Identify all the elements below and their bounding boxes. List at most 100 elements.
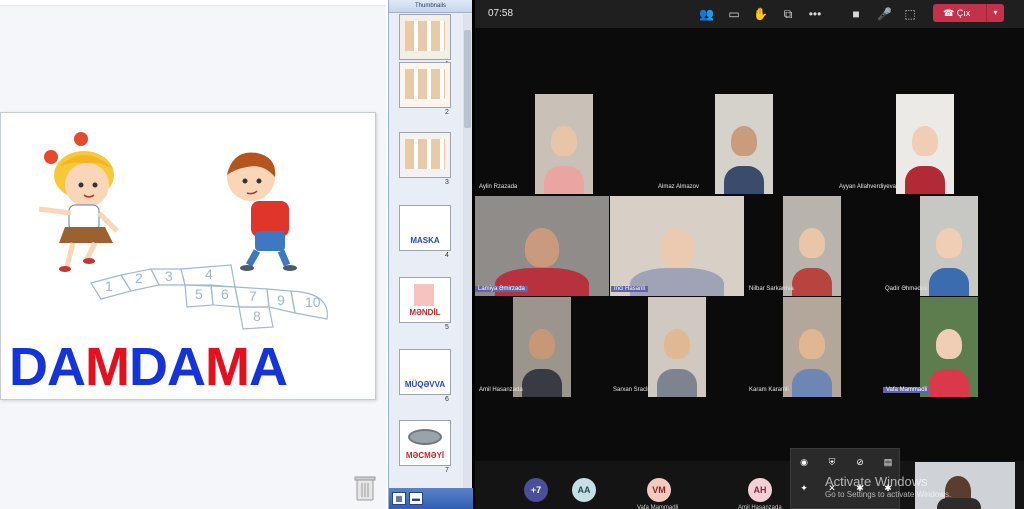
more-participants-badge[interactable]: +7 [524,478,548,502]
shield-icon[interactable]: ⛨ [827,457,837,467]
thumbnail-number: 2 [445,109,449,116]
slide-thumbnail[interactable] [399,132,451,178]
slide-thumbnail[interactable]: MƏNDİL [399,277,451,323]
leave-label: Çıx [956,8,971,18]
folder-icon[interactable]: ▬ [409,492,423,505]
participant-name: Nilbar Sarkarova [749,286,794,292]
thumbnails-scrollbar[interactable] [463,14,472,488]
camera-icon[interactable]: ■ [849,7,863,21]
people-icon[interactable]: 👥 [699,7,714,21]
participant-body [791,268,833,296]
participant-avatar[interactable]: VM [647,478,671,502]
hopscotch-number: 1 [105,278,113,294]
participant-face [528,329,556,359]
thumbnail-label: MÜQƏVVA [404,380,446,389]
current-slide[interactable]: 1 2 3 4 5 6 7 8 9 10 DAMDAMA [0,112,376,400]
network-icon[interactable]: ⊘ [855,457,865,467]
participant-avatar[interactable]: AA [572,478,596,502]
participant-video-tile[interactable] [610,196,744,296]
slide-thumbnail[interactable] [399,62,451,108]
hopscotch-number: 6 [221,286,229,302]
raise-hand-icon[interactable]: ✋ [753,7,768,21]
slide-thumbnail[interactable]: MƏCMƏYİ [399,420,451,466]
microphone-icon[interactable]: 🎤 [877,7,892,21]
editor-toolbar-strip [0,0,386,6]
participant-video-tile[interactable] [535,94,593,194]
meeting-toolbar: 07:58 👥 ▭ ✋ ⧉ ••• ■ 🎤 ⬚ ☎ Çıx ▾ [475,0,1024,28]
participant-name: Ayyan Allahverdiyeva [839,184,896,190]
participant-face [935,329,963,359]
chat-icon[interactable]: ▭ [727,7,741,21]
slide-title-segment: DA [9,337,86,397]
participant-video-tile[interactable] [896,94,954,194]
phone-icon: ☎ [943,8,955,18]
slide-title-segment: M [204,337,250,397]
more-options-icon[interactable]: ••• [808,7,822,21]
participant-face [798,228,826,258]
slide-title: DAMDAMA [9,337,288,397]
participant-face [935,228,963,258]
hopscotch-number: 7 [249,288,257,304]
leave-button[interactable]: ☎ Çıx ▾ [933,4,1004,22]
participant-face [730,126,758,156]
screen: 12345678910 DAMDAMA Thumbnails 123MASKA4… [0,0,1024,509]
participant-video-tile[interactable] [783,196,841,296]
grid-view-icon[interactable]: ▦ [392,492,406,505]
participant-video-tile[interactable] [513,297,571,397]
participant-body [928,268,970,296]
hopscotch-number: 8 [253,308,261,324]
slide-thumbnail[interactable]: MÜQƏVVA [399,349,451,395]
participant-body [656,369,698,397]
meeting-window: 07:58 👥 ▭ ✋ ⧉ ••• ■ 🎤 ⬚ ☎ Çıx ▾ Aylin Rz… [475,0,1024,509]
participant-video-tile[interactable] [648,297,706,397]
hopscotch-number: 4 [205,266,213,282]
edge-icon[interactable]: ◉ [799,457,809,467]
participant-body [791,369,833,397]
participant-face [550,126,578,156]
participant-face [798,329,826,359]
slide-thumbnail[interactable]: MASKA [399,205,451,251]
meeting-timer: 07:58 [488,8,514,19]
participant-face [663,329,691,359]
slide-canvas: 1 2 3 4 5 6 7 8 9 10 DAMDAMA [0,0,386,509]
hopscotch-number: 2 [135,270,143,286]
slide-thumbnail[interactable] [399,14,451,60]
participant-name: Karam Karamli [749,387,789,393]
participant-name: Aylin Rzazada [479,184,518,190]
chevron-down-icon[interactable]: ▾ [986,4,1004,22]
share-screen-icon[interactable]: ⬚ [903,7,917,21]
slide-title-segment: M [85,337,130,397]
activate-windows-watermark: Activate Windows Go to Settings to activ… [825,474,952,499]
participant-video-tile[interactable] [783,297,841,397]
teams-icon[interactable]: ✦ [799,483,809,493]
trash-icon[interactable] [354,475,376,501]
hopscotch-number: 3 [165,268,173,284]
girl-illustration [38,132,119,272]
participant-video-tile[interactable] [920,297,978,397]
thumbnails-header: Thumbnails [389,0,472,13]
thumbnail-label: MƏNDİL [409,308,441,317]
hopscotch-number: 10 [305,294,321,310]
thumbnail-number: 3 [445,179,449,186]
participant-name: Qadir Əhmədov [885,286,928,292]
participant-avatar[interactable]: AH [748,478,772,502]
boy-illustration [227,152,297,271]
participant-face [525,228,559,268]
participant-video-tile[interactable] [920,196,978,296]
slide-title-segment: DA [128,337,206,397]
participant-name: Lamiya Əmirzada [475,286,528,292]
avatar-name: Vafa Mammadli [637,505,679,509]
hopscotch-grid: 1 2 3 45 6 789 10 [90,264,328,330]
participant-name: İnci Hasanli [611,286,649,292]
participant-video-tile[interactable] [475,196,609,296]
participant-face [660,228,694,268]
participant-video-tile[interactable] [715,94,773,194]
thumbnails-footer: ▦ ▬ [389,488,473,509]
slide-title-segment: A [248,337,288,397]
participant-body [928,369,970,397]
participant-body [543,166,585,194]
notes-icon[interactable]: ▤ [883,457,893,467]
breakout-icon[interactable]: ⧉ [781,7,795,21]
avatar-name: Amil Hasanzada [738,505,782,509]
thumbnail-number: 4 [445,252,449,259]
